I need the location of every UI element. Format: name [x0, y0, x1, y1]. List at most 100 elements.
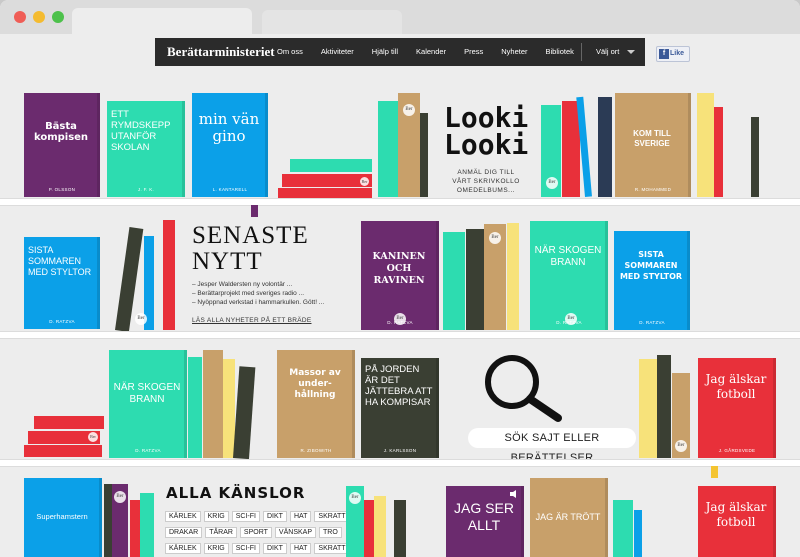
- book-spine-red[interactable]: [130, 500, 140, 557]
- tag-hat[interactable]: HAT: [289, 511, 312, 522]
- book-ett-rymdskepp[interactable]: ETT RYMDSKEPP UTANFÖR SKOLAN J. F. K.: [107, 101, 185, 197]
- nav-item-aktiviteter[interactable]: Aktiviteter: [321, 47, 354, 56]
- book-spine-dark[interactable]: [466, 229, 484, 330]
- lying-book-red-2[interactable]: [278, 188, 372, 198]
- book-spine-yellow[interactable]: [507, 223, 519, 330]
- tag-karlek[interactable]: KÄRLEK: [165, 511, 201, 522]
- book-basta-kompisen[interactable]: Bästa kompisen P. OLSSON: [24, 93, 100, 197]
- all-news-link[interactable]: LÄS ALLA NYHETER PÅ ETT BRÄDE: [192, 316, 311, 325]
- browser-window: Berättarministeriet Om oss Aktiviteter Hjä…: [0, 0, 800, 557]
- feelings-title: ALLA KÄNSLOR: [166, 484, 306, 502]
- tag-dikt[interactable]: DIKT: [262, 543, 287, 554]
- book-spine-red[interactable]: [364, 500, 374, 557]
- search-icon[interactable]: [482, 352, 572, 424]
- maximize-window-button[interactable]: [52, 11, 64, 23]
- book-sista-sommaren[interactable]: SISTA SOMMAREN MED STYLTOR D. RATZVA: [24, 237, 100, 329]
- book-spine-blue[interactable]: [634, 510, 642, 557]
- book-spine-teal[interactable]: [140, 493, 154, 557]
- book-seal-icon: Ber: [360, 177, 369, 186]
- news-item[interactable]: – Nyöppnad verkstad i hammarkullen. Gött…: [192, 298, 352, 307]
- close-window-button[interactable]: [14, 11, 26, 23]
- nav-item-nyheter[interactable]: Nyheter: [501, 47, 527, 56]
- book-pa-jorden[interactable]: PÅ JORDEN ÄR DET JÄTTEBRA ATT HA KOMPISA…: [361, 358, 439, 458]
- book-spine-dark[interactable]: [394, 500, 406, 557]
- nav-item-press[interactable]: Press: [464, 47, 483, 56]
- book-seal-icon: Ber: [135, 313, 147, 325]
- tag-sci-fi[interactable]: SCI-FI: [231, 511, 260, 522]
- tag-karlek[interactable]: KÄRLEK: [165, 543, 201, 554]
- looki-title[interactable]: Looki Looki: [444, 104, 528, 159]
- news-list: – Jesper Waldersten ny volontär ... – Be…: [192, 280, 352, 307]
- browser-tab-active[interactable]: [72, 8, 252, 34]
- speaker-icon[interactable]: [510, 490, 520, 498]
- region-select[interactable]: Välj ort: [596, 47, 619, 56]
- nav-item-om-oss[interactable]: Om oss: [277, 47, 303, 56]
- book-spine-red[interactable]: [163, 220, 175, 330]
- bookmark-ribbon-icon: [251, 205, 258, 217]
- minimize-window-button[interactable]: [33, 11, 45, 23]
- book-seal-icon: Ber: [114, 491, 126, 503]
- search-input[interactable]: SÖK SAJT ELLER BERÄTTELSER: [468, 428, 636, 464]
- nav-item-kalender[interactable]: Kalender: [416, 47, 446, 56]
- book-jag-alskar-fotboll-2[interactable]: Jag älskar fotboll: [698, 486, 776, 557]
- book-spine-dark[interactable]: [657, 355, 671, 458]
- chevron-down-icon: [627, 50, 635, 54]
- lying-book-red-1[interactable]: [282, 174, 372, 187]
- site-logo[interactable]: Berättarministeriet: [167, 44, 275, 60]
- book-jag-ar-trott[interactable]: JAG ÄR TRÖTT: [530, 478, 608, 557]
- tag-skratt[interactable]: SKRATT: [314, 511, 350, 522]
- book-spine-red[interactable]: [714, 107, 723, 197]
- tag-dikt[interactable]: DIKT: [262, 511, 287, 522]
- tag-sci-fi[interactable]: SCI-FI: [231, 543, 260, 554]
- feelings-tags-row-2: DRAKAR TÅRAR SPORT VÄNSKAP TRO: [165, 527, 345, 538]
- book-spine-teal[interactable]: [188, 357, 202, 458]
- facebook-like-button[interactable]: f Like: [656, 46, 690, 62]
- book-massor-av-underhallning[interactable]: Massor av under-hållning R. ZIBOWITH: [277, 350, 355, 458]
- book-sista-sommaren-2[interactable]: SISTA SOMMAREN MED STYLTOR D. RATZVA: [614, 231, 690, 330]
- news-item[interactable]: – Berättarprojekt med sveriges radio ...: [192, 289, 352, 298]
- book-spine-tan[interactable]: [203, 350, 223, 458]
- book-nar-skogen-brann-2[interactable]: NÄR SKOGEN BRANN D. RATZVA: [109, 350, 187, 458]
- nav-divider: [581, 43, 582, 61]
- book-spine-dark[interactable]: [233, 366, 256, 460]
- book-spine-navy[interactable]: [598, 97, 612, 197]
- tag-tro[interactable]: TRO: [319, 527, 342, 538]
- book-spine-dark[interactable]: [104, 484, 112, 557]
- tag-drakar[interactable]: DRAKAR: [165, 527, 203, 538]
- book-seal-icon: Ber: [546, 177, 558, 189]
- book-min-van-gino[interactable]: min vän gino L. KANTARELL: [192, 93, 268, 197]
- shelf-2: [0, 331, 800, 339]
- tag-skratt[interactable]: SKRATT: [314, 543, 350, 554]
- nav-links: Om oss Aktiviteter Hjälp till Kalender Press…: [277, 47, 592, 56]
- book-spine-teal[interactable]: [443, 232, 465, 330]
- browser-tab[interactable]: [262, 10, 402, 34]
- bookmark-ribbon-icon: [711, 466, 718, 478]
- book-kom-till-sverige[interactable]: KOM TILL SVERIGE R. MOHAMMED: [615, 93, 691, 197]
- book-seal-icon: Ber: [403, 104, 415, 116]
- book-seal-icon: Ber: [565, 313, 577, 325]
- book-spine-teal[interactable]: [378, 101, 398, 197]
- book-jag-alskar-fotboll[interactable]: Jag älskar fotboll J. GÅRDSVEDE: [698, 358, 776, 458]
- tag-vanskap[interactable]: VÄNSKAP: [274, 527, 316, 538]
- book-spine-dark[interactable]: [420, 113, 428, 197]
- book-superhamstern[interactable]: Superhamstern: [24, 478, 102, 557]
- book-spine-teal[interactable]: [613, 500, 633, 557]
- looki-caption: ANMÄL DIG TILL VÅRT SKRIVKOLLO OMEDELBUM…: [452, 169, 520, 194]
- book-seal-icon: Ber: [489, 232, 501, 244]
- tag-krig[interactable]: KRIG: [203, 543, 229, 554]
- book-spine-yellow[interactable]: [374, 496, 386, 557]
- nav-item-bibliotek[interactable]: Bibliotek: [546, 47, 574, 56]
- nav-item-hjalp-till[interactable]: Hjälp till: [372, 47, 398, 56]
- tag-krig[interactable]: KRIG: [203, 511, 229, 522]
- lying-book-teal[interactable]: [290, 159, 372, 172]
- news-item[interactable]: – Jesper Waldersten ny volontär ...: [192, 280, 352, 289]
- tag-hat[interactable]: HAT: [289, 543, 312, 554]
- lying-book-red[interactable]: [34, 416, 104, 429]
- book-spine-yellow[interactable]: [639, 359, 657, 458]
- tag-tarar[interactable]: TÅRAR: [205, 527, 237, 538]
- feelings-tags-row-1: KÄRLEK KRIG SCI-FI DIKT HAT SKRATT: [165, 511, 353, 522]
- lying-book-red[interactable]: [24, 445, 102, 457]
- book-spine-dark[interactable]: [751, 117, 759, 197]
- book-spine-yellow[interactable]: [697, 93, 714, 197]
- tag-sport[interactable]: SPORT: [239, 527, 272, 538]
